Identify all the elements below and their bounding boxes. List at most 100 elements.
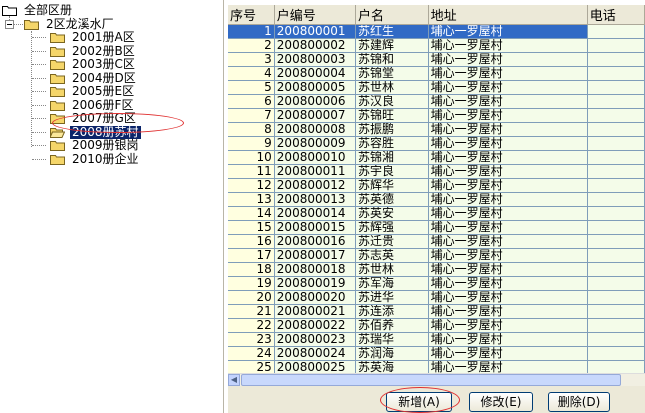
seq-cell[interactable]: 6	[228, 94, 275, 109]
account-cell[interactable]: 200800004	[274, 66, 356, 81]
table-row[interactable]: 4 200800004 苏锦堂 埔心一罗屋村	[228, 66, 645, 81]
table-row[interactable]: 19 200800019 苏军海 埔心一罗屋村	[228, 276, 645, 291]
account-cell[interactable]: 200800022	[274, 318, 356, 333]
name-cell[interactable]: 苏进华	[355, 290, 429, 305]
seq-cell[interactable]: 12	[228, 178, 275, 193]
phone-cell[interactable]	[587, 192, 645, 207]
seq-cell[interactable]: 15	[228, 220, 275, 235]
table-row[interactable]: 1 200800001 苏红生 埔心一罗屋村	[228, 24, 645, 39]
phone-cell[interactable]	[587, 164, 645, 179]
phone-cell[interactable]	[587, 248, 645, 263]
phone-cell[interactable]	[587, 178, 645, 193]
phone-cell[interactable]	[587, 304, 645, 319]
account-cell[interactable]: 200800025	[274, 360, 356, 373]
table-row[interactable]: 10 200800010 苏锦湘 埔心一罗屋村	[228, 150, 645, 165]
seq-cell[interactable]: 20	[228, 290, 275, 305]
seq-cell[interactable]: 22	[228, 318, 275, 333]
seq-cell[interactable]: 14	[228, 206, 275, 221]
name-cell[interactable]: 苏锦湘	[355, 150, 429, 165]
address-cell[interactable]: 埔心一罗屋村	[428, 122, 588, 137]
account-cell[interactable]: 200800010	[274, 150, 356, 165]
col-header-account[interactable]: 户编号	[274, 5, 356, 25]
account-cell[interactable]: 200800006	[274, 94, 356, 109]
address-cell[interactable]: 埔心一罗屋村	[428, 66, 588, 81]
phone-cell[interactable]	[587, 122, 645, 137]
phone-cell[interactable]	[587, 38, 645, 53]
seq-cell[interactable]: 21	[228, 304, 275, 319]
table-row[interactable]: 18 200800018 苏世林 埔心一罗屋村	[228, 262, 645, 277]
table-row[interactable]: 9 200800009 苏容胜 埔心一罗屋村	[228, 136, 645, 151]
scroll-thumb[interactable]	[241, 374, 621, 386]
name-cell[interactable]: 苏容胜	[355, 136, 429, 151]
table-row[interactable]: 14 200800014 苏英安 埔心一罗屋村	[228, 206, 645, 221]
address-cell[interactable]: 埔心一罗屋村	[428, 108, 588, 123]
phone-cell[interactable]	[587, 52, 645, 67]
account-cell[interactable]: 200800017	[274, 248, 356, 263]
table-row[interactable]: 20 200800020 苏进华 埔心一罗屋村	[228, 290, 645, 305]
phone-cell[interactable]	[587, 136, 645, 151]
seq-cell[interactable]: 19	[228, 276, 275, 291]
account-cell[interactable]: 200800014	[274, 206, 356, 221]
account-cell[interactable]: 200800015	[274, 220, 356, 235]
seq-cell[interactable]: 17	[228, 248, 275, 263]
account-cell[interactable]: 200800016	[274, 234, 356, 249]
col-header-name[interactable]: 户名	[355, 5, 429, 25]
customer-grid[interactable]: 序号 户编号 户名 地址 电话 1 200800001 苏红生 埔心一罗屋村 2 2008…	[228, 5, 645, 373]
account-cell[interactable]: 200800013	[274, 192, 356, 207]
table-row[interactable]: 2 200800002 苏建辉 埔心一罗屋村	[228, 38, 645, 53]
address-cell[interactable]: 埔心一罗屋村	[428, 234, 588, 249]
account-cell[interactable]: 200800002	[274, 38, 356, 53]
phone-cell[interactable]	[587, 94, 645, 109]
table-row[interactable]: 21 200800021 苏连添 埔心一罗屋村	[228, 304, 645, 319]
name-cell[interactable]: 苏连添	[355, 304, 429, 319]
phone-cell[interactable]	[587, 234, 645, 249]
phone-cell[interactable]	[587, 24, 645, 39]
name-cell[interactable]: 苏英海	[355, 360, 429, 373]
address-cell[interactable]: 埔心一罗屋村	[428, 206, 588, 221]
address-cell[interactable]: 埔心一罗屋村	[428, 94, 588, 109]
phone-cell[interactable]	[587, 220, 645, 235]
col-header-phone[interactable]: 电话	[587, 5, 645, 25]
seq-cell[interactable]: 9	[228, 136, 275, 151]
address-cell[interactable]: 埔心一罗屋村	[428, 192, 588, 207]
phone-cell[interactable]	[587, 66, 645, 81]
table-row[interactable]: 6 200800006 苏汉良 埔心一罗屋村	[228, 94, 645, 109]
phone-cell[interactable]	[587, 318, 645, 333]
account-cell[interactable]: 200800021	[274, 304, 356, 319]
address-cell[interactable]: 埔心一罗屋村	[428, 52, 588, 67]
account-cell[interactable]: 200800020	[274, 290, 356, 305]
table-row[interactable]: 25 200800025 苏英海 埔心一罗屋村	[228, 360, 645, 373]
name-cell[interactable]: 苏辉强	[355, 220, 429, 235]
account-cell[interactable]: 200800019	[274, 276, 356, 291]
account-cell[interactable]: 200800018	[274, 262, 356, 277]
name-cell[interactable]: 苏锦旺	[355, 108, 429, 123]
phone-cell[interactable]	[587, 346, 645, 361]
address-cell[interactable]: 埔心一罗屋村	[428, 220, 588, 235]
seq-cell[interactable]: 11	[228, 164, 275, 179]
name-cell[interactable]: 苏汉良	[355, 94, 429, 109]
name-cell[interactable]: 苏世林	[355, 80, 429, 95]
phone-cell[interactable]	[587, 80, 645, 95]
phone-cell[interactable]	[587, 108, 645, 123]
seq-cell[interactable]: 5	[228, 80, 275, 95]
address-cell[interactable]: 埔心一罗屋村	[428, 24, 588, 39]
phone-cell[interactable]	[587, 150, 645, 165]
horizontal-scrollbar[interactable]: ◀	[228, 373, 645, 386]
district-tree[interactable]: 全部区册 2区龙溪水厂 2001册A区 2002册B区 2003册C区 2004册D区…	[0, 0, 224, 413]
account-cell[interactable]: 200800024	[274, 346, 356, 361]
delete-button[interactable]: 删除(D)	[548, 392, 610, 412]
col-header-seq[interactable]: 序号	[228, 5, 275, 25]
name-cell[interactable]: 苏锦堂	[355, 66, 429, 81]
table-row[interactable]: 12 200800012 苏辉华 埔心一罗屋村	[228, 178, 645, 193]
address-cell[interactable]: 埔心一罗屋村	[428, 178, 588, 193]
account-cell[interactable]: 200800007	[274, 108, 356, 123]
name-cell[interactable]: 苏红生	[355, 24, 429, 39]
address-cell[interactable]: 埔心一罗屋村	[428, 290, 588, 305]
seq-cell[interactable]: 16	[228, 234, 275, 249]
name-cell[interactable]: 苏振鹏	[355, 122, 429, 137]
name-cell[interactable]: 苏迁贵	[355, 234, 429, 249]
address-cell[interactable]: 埔心一罗屋村	[428, 346, 588, 361]
seq-cell[interactable]: 1	[228, 24, 275, 39]
seq-cell[interactable]: 23	[228, 332, 275, 347]
phone-cell[interactable]	[587, 206, 645, 221]
